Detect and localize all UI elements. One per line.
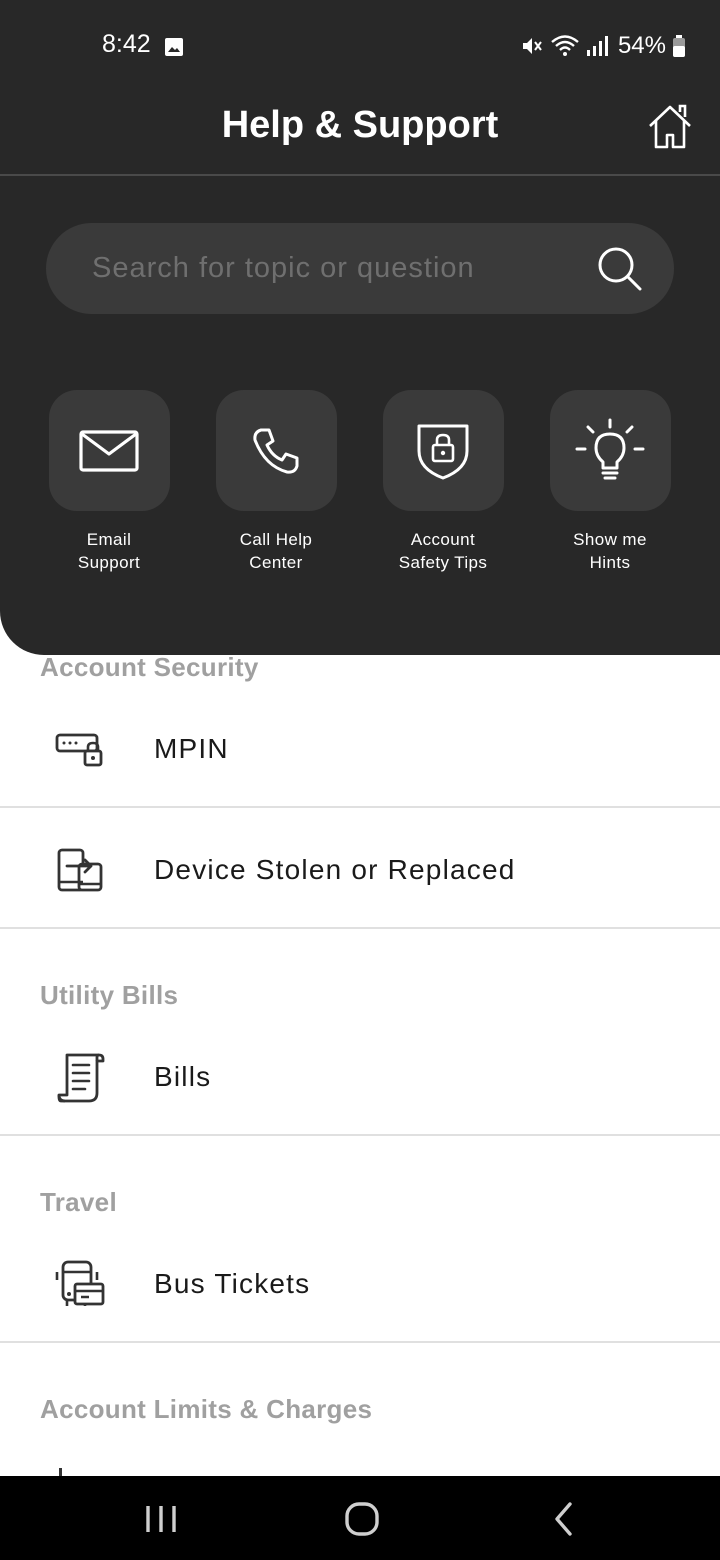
image-icon xyxy=(165,38,183,56)
section-title-account-security: Account Security xyxy=(40,652,259,682)
list-item-bus-tickets[interactable]: Bus Tickets xyxy=(0,1223,720,1343)
battery-icon xyxy=(673,35,685,57)
mute-icon xyxy=(522,38,542,54)
item-label-mpin: MPIN xyxy=(154,733,229,764)
home-icon[interactable] xyxy=(645,102,695,152)
status-icons: 54% xyxy=(520,30,686,62)
list-item-mpin[interactable]: MPIN xyxy=(0,688,720,808)
page-title: Help & Support xyxy=(221,104,499,146)
account-safety-tips-button[interactable]: Account Safety Tips xyxy=(382,390,504,574)
email-support-label: Email Support xyxy=(77,530,141,572)
battery-percent: 54% xyxy=(617,32,666,59)
item-label-device-stolen: Device Stolen or Replaced xyxy=(154,854,516,885)
show-me-hints-label: Show me Hints xyxy=(573,530,647,572)
status-time: 8:42 xyxy=(102,30,151,58)
mail-icon xyxy=(79,429,139,472)
back-icon[interactable] xyxy=(541,1496,587,1542)
search-icon[interactable] xyxy=(596,245,644,293)
email-support-tile[interactable] xyxy=(48,390,170,511)
lightbulb-icon xyxy=(575,418,645,479)
home-circle-icon[interactable] xyxy=(339,1496,385,1542)
recent-apps-icon[interactable] xyxy=(138,1496,184,1542)
account-safety-tips-label: Account Safety Tips xyxy=(398,530,488,572)
title-bar: Help & Support xyxy=(0,92,720,176)
show-me-hints-button[interactable]: Show me Hints xyxy=(549,390,671,574)
item-label-bus-tickets: Bus Tickets xyxy=(154,1268,311,1299)
list-item-device-stolen-or-replaced[interactable]: Device Stolen or Replaced xyxy=(0,809,720,929)
bus-ticket-icon xyxy=(55,1260,105,1306)
call-help-center-tile[interactable] xyxy=(215,390,337,511)
show-me-hints-tile[interactable] xyxy=(549,390,671,511)
status-bar: 8:42 54% xyxy=(0,0,720,92)
call-help-center-button[interactable]: Call Help Center xyxy=(215,390,337,574)
account-safety-tips-tile[interactable] xyxy=(382,390,504,511)
system-nav-bar xyxy=(0,1476,720,1560)
section-title-account-limits-charges: Account Limits & Charges xyxy=(40,1394,373,1424)
device-switch-icon xyxy=(57,848,103,892)
search-input[interactable] xyxy=(92,223,572,314)
list-item-bills[interactable]: Bills xyxy=(0,1016,720,1136)
receipt-icon xyxy=(57,1053,105,1103)
phone-icon xyxy=(253,428,299,474)
shield-lock-icon xyxy=(417,424,469,479)
search-bar[interactable] xyxy=(46,223,674,314)
email-support-button[interactable]: Email Support xyxy=(48,390,170,574)
call-help-center-label: Call Help Center xyxy=(239,530,313,572)
signal-icon xyxy=(586,36,608,56)
item-label-bills: Bills xyxy=(154,1061,212,1092)
header-panel: 8:42 54% Help & Support Search for topic… xyxy=(0,0,720,655)
section-title-utility-bills: Utility Bills xyxy=(40,980,179,1010)
section-title-travel: Travel xyxy=(40,1187,117,1217)
pin-lock-icon xyxy=(55,733,103,767)
wifi-icon xyxy=(551,35,579,56)
